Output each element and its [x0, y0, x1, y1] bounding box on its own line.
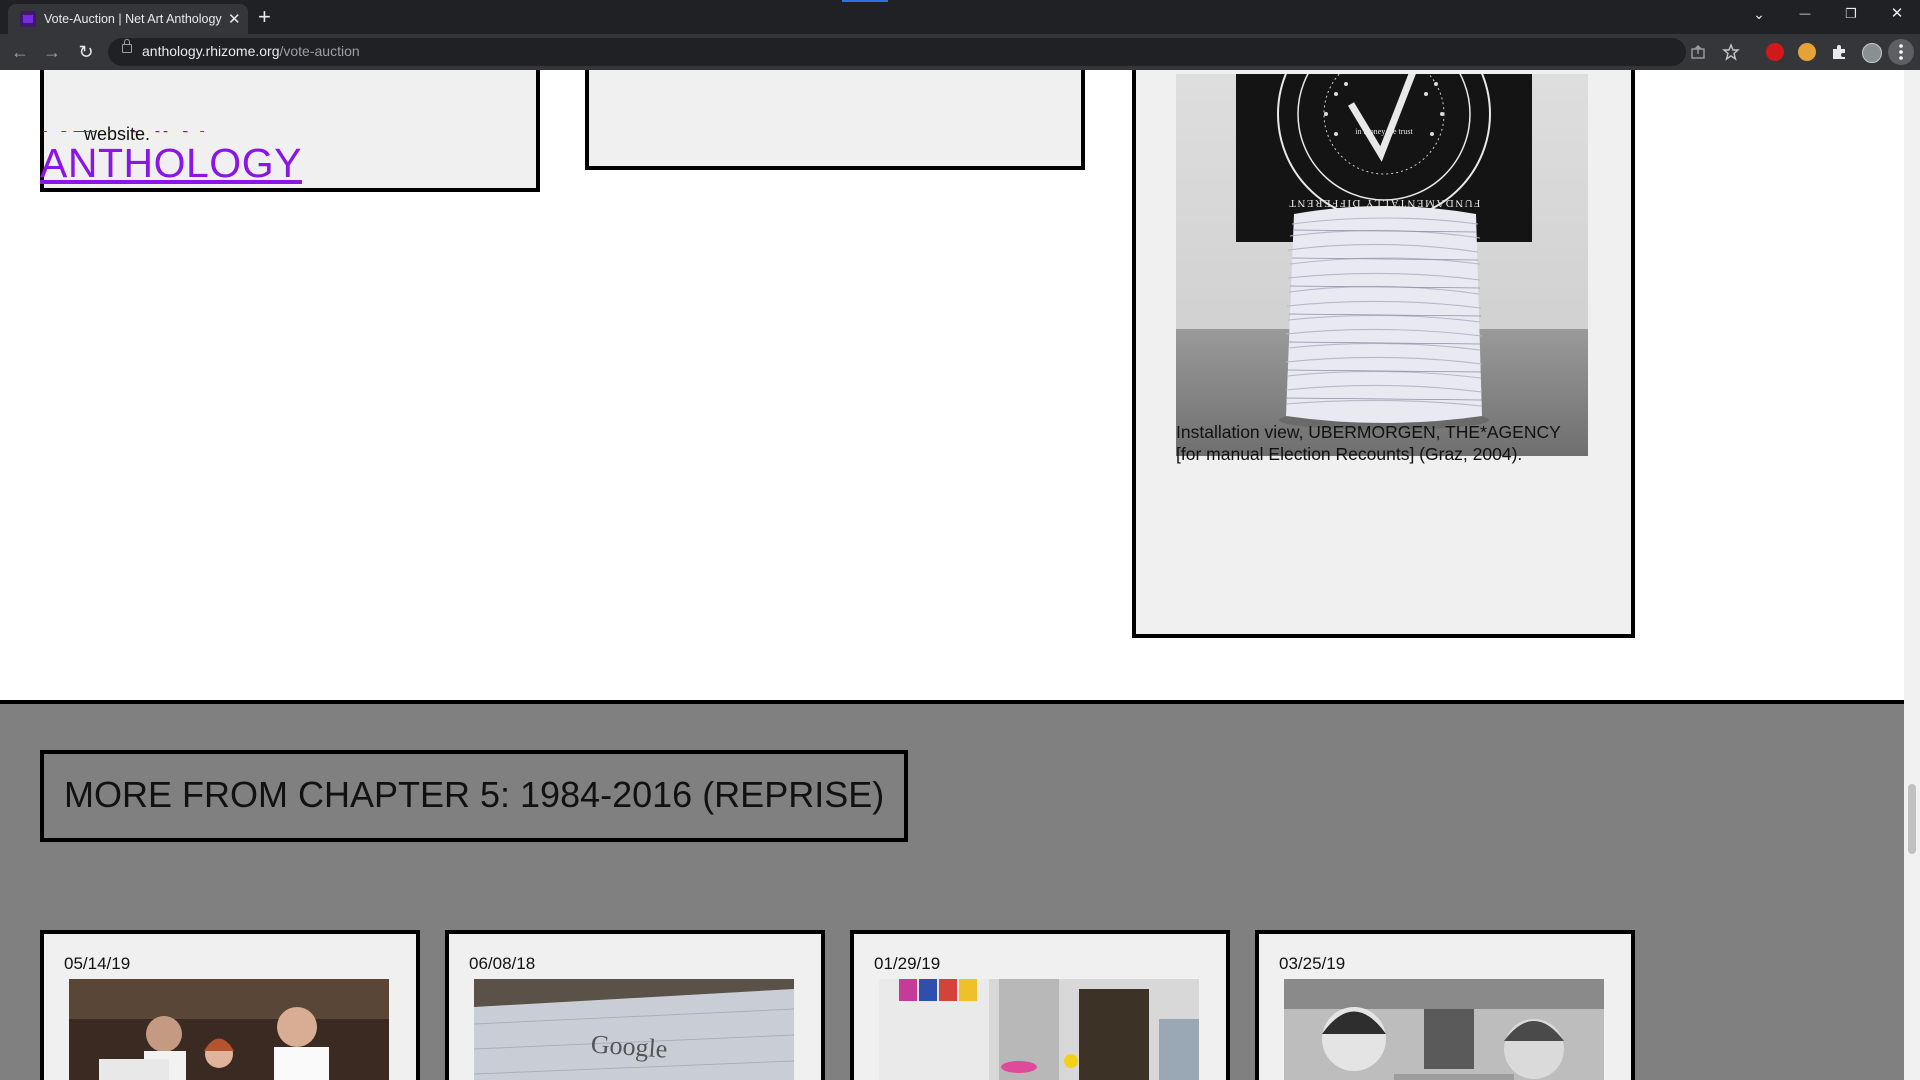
lock-icon	[122, 39, 132, 53]
new-tab-button[interactable]: +	[258, 4, 271, 30]
logo-line1: NET ART	[40, 131, 215, 141]
related-thumbnail-3	[879, 979, 1199, 1080]
address-bar[interactable]: anthology.rhizome.org/vote-auction	[108, 38, 1740, 66]
tab-strip-accent	[842, 0, 888, 2]
back-button[interactable]: ←	[8, 40, 32, 64]
thumb-people-illustration	[69, 979, 389, 1080]
page-viewport: website. NET ART ANTHOLOGY	[0, 70, 1904, 1080]
extension-cookie-icon[interactable]	[1798, 43, 1816, 61]
browser-titlebar: Vote-Auction | Net Art Anthology ✕ + ⌄ —…	[0, 0, 1920, 34]
related-artwork-card-2[interactable]: 06/08/18 Google	[445, 930, 825, 1080]
minimize-button[interactable]: —	[1782, 0, 1828, 30]
related-thumbnail-1	[69, 979, 389, 1080]
restore-button[interactable]: ❐	[1828, 0, 1874, 30]
info-card-middle	[585, 70, 1085, 170]
close-window-button[interactable]: ✕	[1874, 0, 1920, 30]
url-path: /vote-auction	[279, 43, 360, 59]
browser-toolbar: ← → ↻ anthology.rhizome.org/vote-auction	[0, 34, 1920, 70]
kebab-menu-icon	[1899, 44, 1903, 60]
scrollbar-thumb[interactable]	[1908, 784, 1916, 854]
thumb-bw-photo-illustration	[1284, 979, 1604, 1080]
site-favicon-icon	[20, 11, 36, 27]
forward-button[interactable]: →	[40, 40, 64, 64]
paper-stack	[1285, 206, 1483, 423]
browser-menu-button[interactable]	[1888, 39, 1914, 65]
tab-search-dropdown-icon[interactable]: ⌄	[1736, 0, 1782, 30]
page-scrollbar[interactable]	[1904, 70, 1920, 1080]
artwork-caption: Installation view, UBERMORGEN, THE*AGENC…	[1176, 422, 1561, 464]
profile-avatar[interactable]	[1862, 43, 1882, 63]
artwork-photo: FUNDAMENTALLY DIFFERENT in money we trus…	[1176, 74, 1588, 456]
chapter-heading-box[interactable]: MORE FROM CHAPTER 5: 1984-2016 (REPRISE)	[40, 750, 908, 842]
related-date: 01/29/19	[874, 954, 941, 973]
related-artwork-card-4[interactable]: 03/25/19	[1255, 930, 1635, 1080]
related-artwork-card-1[interactable]: 05/14/19	[40, 930, 420, 1080]
related-date: 05/14/19	[64, 954, 131, 973]
tab-title: Vote-Auction | Net Art Anthology	[44, 12, 222, 26]
url-domain: anthology.rhizome.org	[142, 43, 280, 59]
extensions-puzzle-icon[interactable]	[1830, 43, 1848, 61]
logo-line2: ANTHOLOGY	[40, 140, 302, 186]
related-artwork-card-3[interactable]: 01/29/19	[850, 930, 1230, 1080]
bookmark-star-icon[interactable]	[1722, 43, 1740, 61]
url-text: anthology.rhizome.org/vote-auction	[142, 43, 360, 59]
thumb-google-text: Google	[590, 1029, 668, 1063]
related-thumbnail-2: Google	[474, 979, 794, 1080]
more-from-chapter-section: MORE FROM CHAPTER 5: 1984-2016 (REPRISE)…	[0, 700, 1904, 1080]
logo-line1-clipped: NET ART	[40, 131, 302, 141]
artwork-card: FUNDAMENTALLY DIFFERENT in money we trus…	[1132, 70, 1635, 638]
share-icon[interactable]	[1690, 44, 1706, 60]
related-thumbnail-4	[1284, 979, 1604, 1080]
chapter-heading: MORE FROM CHAPTER 5: 1984-2016 (REPRISE)	[64, 774, 885, 815]
extension-red-icon[interactable]	[1766, 43, 1784, 61]
related-date: 03/25/19	[1279, 954, 1346, 973]
thumb-street-illustration	[879, 979, 1199, 1080]
net-art-anthology-logo-link[interactable]: NET ART ANTHOLOGY	[40, 126, 302, 186]
tab-close-icon[interactable]: ✕	[228, 10, 241, 28]
reload-button[interactable]: ↻	[74, 40, 98, 64]
thumb-google-board-illustration: Google	[474, 979, 794, 1080]
installation-photo-illustration: FUNDAMENTALLY DIFFERENT in money we trus…	[1176, 74, 1588, 456]
related-date: 06/08/18	[469, 954, 536, 973]
seal-inner-lettering: in money we trust	[1355, 127, 1413, 136]
browser-tab-active[interactable]: Vote-Auction | Net Art Anthology ✕	[8, 4, 248, 34]
